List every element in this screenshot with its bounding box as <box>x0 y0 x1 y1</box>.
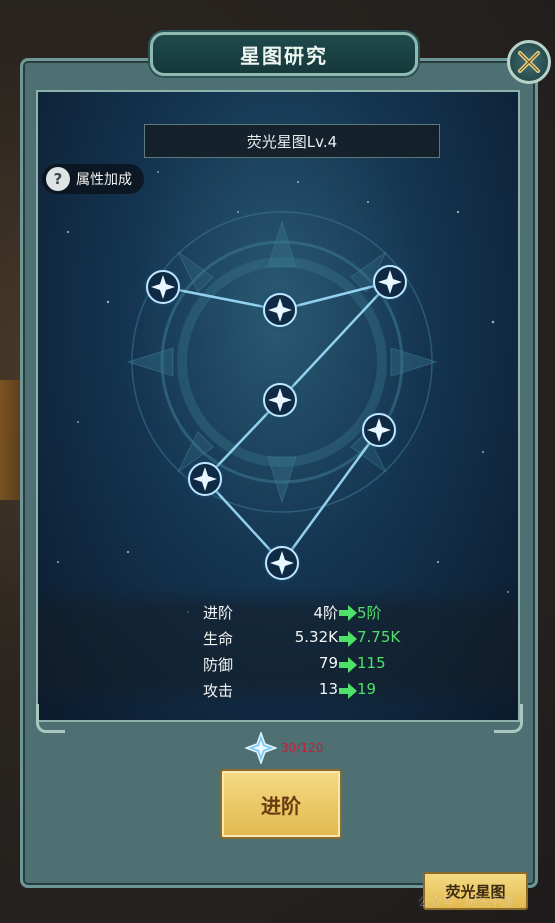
constellation-view: 荧光星图Lv.4 ? 属性加成 进阶 4阶 5阶 生命 5.32K 7.75K … <box>36 90 520 722</box>
star-node[interactable] <box>141 265 185 309</box>
watermark: 公众号 · 闲先手游 <box>418 895 514 909</box>
cost-text: 30/120 <box>281 741 324 755</box>
star-node[interactable] <box>258 288 302 332</box>
advance-button[interactable]: 进阶 <box>220 769 342 839</box>
close-icon <box>518 51 540 73</box>
stat-current: 79 <box>318 654 338 672</box>
arrow-right-icon <box>339 683 357 699</box>
stat-row-attack: 攻击 13 19 <box>38 680 518 704</box>
stat-next: 115 <box>357 654 386 672</box>
stat-label: 进阶 <box>203 604 234 622</box>
arrow-right-icon <box>339 631 357 647</box>
frame-corner-ornament <box>494 704 523 733</box>
star-node[interactable] <box>368 260 412 304</box>
stat-label: 攻击 <box>203 682 234 700</box>
panel-title-text: 星图研究 <box>240 43 328 68</box>
stat-next: 7.75K <box>357 628 401 646</box>
stat-row-defense: 防御 79 115 <box>38 654 518 678</box>
stat-label: 防御 <box>203 656 234 674</box>
stat-next: 5阶 <box>357 604 382 622</box>
star-node[interactable] <box>183 457 227 501</box>
stat-label: 生命 <box>203 630 234 648</box>
compass-emblem <box>126 211 438 513</box>
stats-panel: 进阶 4阶 5阶 生命 5.32K 7.75K 防御 79 115 攻击 13 … <box>38 587 518 707</box>
stat-current: 5.32K <box>294 628 338 646</box>
stat-row-hp: 生命 5.32K 7.75K <box>38 628 518 652</box>
cost-indicator: 30/120 <box>245 732 323 764</box>
stat-current: 4阶 <box>313 604 338 622</box>
arrow-right-icon <box>339 657 357 673</box>
stat-next: 19 <box>357 680 377 698</box>
advance-button-label: 进阶 <box>261 793 301 818</box>
arrow-right-icon <box>339 605 357 621</box>
star-node[interactable] <box>258 378 302 422</box>
panel-title: 星图研究 <box>150 32 418 76</box>
star-node[interactable] <box>260 541 304 585</box>
frame-corner-ornament <box>36 704 65 733</box>
star-shard-icon <box>245 732 277 764</box>
close-button[interactable] <box>507 40 551 84</box>
stat-current: 13 <box>318 680 338 698</box>
star-node[interactable] <box>357 408 401 452</box>
stat-row-advance: 进阶 4阶 5阶 <box>38 602 518 626</box>
